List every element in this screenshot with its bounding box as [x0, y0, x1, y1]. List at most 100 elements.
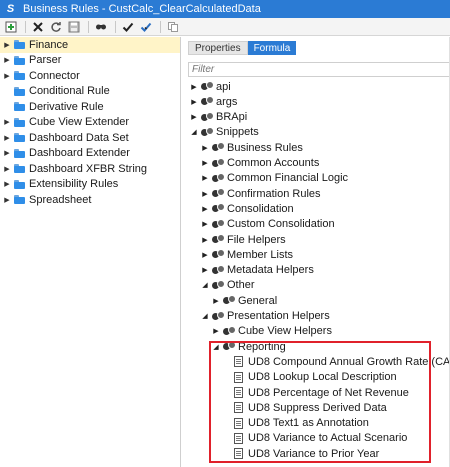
- namespace-icon: [211, 279, 225, 291]
- window-title: Business Rules - CustCalc_ClearCalculate…: [23, 3, 261, 15]
- formula-item-other[interactable]: ◢ Other: [200, 278, 254, 293]
- folder-icon: [14, 133, 25, 143]
- expand-arrow-icon[interactable]: ▶: [200, 219, 210, 229]
- formula-item-business-rules[interactable]: ▶ Business Rules: [200, 140, 303, 155]
- formula-item-label: Snippets: [216, 126, 259, 139]
- formula-item-common-accounts[interactable]: ▶ Common Accounts: [200, 156, 319, 171]
- namespace-icon: [222, 325, 236, 337]
- tree-item-cube-view-extender[interactable]: ▶ Cube View Extender: [0, 115, 180, 131]
- tree-item-label: Conditional Rule: [29, 85, 110, 98]
- tree-item-dashboard-data-set[interactable]: ▶ Dashboard Data Set: [0, 130, 180, 146]
- folder-icon: [14, 148, 25, 158]
- expand-arrow-icon[interactable]: ▶: [2, 148, 12, 158]
- collapse-arrow-icon[interactable]: ◢: [200, 280, 210, 290]
- toolbar-separator: [25, 20, 26, 33]
- expand-arrow-icon[interactable]: ▶: [189, 82, 199, 92]
- formula-item-cube-view-helpers[interactable]: ▶ Cube View Helpers: [211, 324, 332, 339]
- tree-item-connector[interactable]: ▶ Connector: [0, 68, 180, 84]
- toolbar-separator: [88, 20, 89, 33]
- formula-item-common-financial-logic[interactable]: ▶ Common Financial Logic: [200, 171, 348, 186]
- expand-arrow-icon[interactable]: ▶: [200, 250, 210, 260]
- expand-arrow-icon[interactable]: ▶: [200, 173, 210, 183]
- tree-item-extensibility-rules[interactable]: ▶ Extensibility Rules: [0, 177, 180, 193]
- formula-item-label: Custom Consolidation: [227, 218, 335, 231]
- copy-icon[interactable]: [165, 19, 181, 35]
- formula-item-member-lists[interactable]: ▶ Member Lists: [200, 247, 293, 262]
- expand-arrow-icon[interactable]: ▶: [200, 143, 210, 153]
- expand-arrow-icon[interactable]: ▶: [2, 133, 12, 143]
- expand-arrow-icon[interactable]: ▶: [2, 55, 12, 65]
- formula-item-brapi[interactable]: ▶ BRApi: [189, 110, 247, 125]
- toolbar: [0, 18, 450, 36]
- namespace-icon: [211, 188, 225, 199]
- search-icon[interactable]: [93, 19, 109, 35]
- tree-item-spreadsheet[interactable]: ▶ Spreadsheet: [0, 192, 180, 208]
- namespace-icon: [211, 249, 225, 260]
- delete-icon[interactable]: [30, 19, 46, 35]
- tree-item-finance[interactable]: ▶ Finance: [0, 37, 180, 53]
- tree-item-derivative-rule[interactable]: Derivative Rule: [0, 99, 180, 115]
- formula-item-label: Common Accounts: [227, 157, 320, 169]
- tree-item-label: Spreadsheet: [29, 193, 92, 206]
- namespace-icon: [211, 172, 225, 184]
- expand-arrow-icon[interactable]: ▶: [2, 117, 12, 127]
- expand-arrow-icon[interactable]: ▶: [211, 326, 221, 336]
- expand-arrow-icon[interactable]: ▶: [200, 265, 210, 275]
- tree-item-dashboard-xfbr-string[interactable]: ▶ Dashboard XFBR String: [0, 161, 180, 177]
- formula-item-confirmation-rules[interactable]: ▶ Confirmation Rules: [200, 186, 321, 201]
- formula-item-label: Presentation Helpers: [227, 310, 330, 322]
- expand-arrow-icon[interactable]: ▶: [2, 164, 12, 174]
- expand-arrow-icon[interactable]: ▶: [200, 158, 210, 168]
- formula-item-label: Confirmation Rules: [227, 187, 321, 200]
- formula-item-label: Business Rules: [227, 141, 303, 154]
- namespace-icon: [211, 264, 225, 276]
- check-icon[interactable]: [120, 19, 136, 35]
- expand-arrow-icon[interactable]: ▶: [2, 179, 12, 189]
- formula-item-label: Consolidation: [227, 202, 294, 215]
- collapse-arrow-icon[interactable]: ◢: [189, 127, 199, 137]
- tree-item-label: Extensibility Rules: [29, 178, 119, 191]
- formula-item-metadata-helpers[interactable]: ▶ Metadata Helpers: [200, 263, 314, 278]
- collapse-arrow-icon[interactable]: ◢: [200, 311, 210, 321]
- formula-item-custom-consolidation[interactable]: ▶ Custom Consolidation: [200, 217, 335, 232]
- formula-item-general[interactable]: ▶ General: [211, 293, 277, 308]
- formula-item-consolidation[interactable]: ▶ Consolidation: [200, 201, 294, 216]
- expand-arrow-icon[interactable]: ▶: [200, 235, 210, 245]
- formula-item-label: BRApi: [216, 111, 248, 124]
- expand-arrow-icon[interactable]: ▶: [2, 195, 12, 205]
- expand-arrow-icon[interactable]: ▶: [200, 189, 210, 199]
- formula-item-args[interactable]: ▶ args: [189, 94, 237, 109]
- folder-icon: [14, 117, 25, 127]
- app-logo-icon: S: [6, 3, 15, 15]
- formula-item-snippets[interactable]: ◢ Snippets: [189, 125, 259, 140]
- tab-properties[interactable]: Properties: [188, 41, 248, 55]
- save-icon[interactable]: [66, 19, 82, 35]
- tree-item-label: Parser: [29, 54, 62, 67]
- expand-arrow-icon[interactable]: ▶: [2, 40, 12, 50]
- tree-item-conditional-rule[interactable]: Conditional Rule: [0, 84, 180, 100]
- tree-item-parser[interactable]: ▶ Parser: [0, 53, 180, 69]
- formula-item-label: General: [238, 294, 278, 307]
- folder-icon: [14, 164, 25, 174]
- expand-arrow-icon[interactable]: ▶: [211, 296, 221, 306]
- namespace-icon: [211, 218, 225, 230]
- expand-arrow-icon[interactable]: ▶: [189, 97, 199, 107]
- tree-item-label: Dashboard Data Set: [29, 131, 129, 144]
- filter-input[interactable]: [188, 62, 450, 77]
- new-icon[interactable]: [3, 19, 19, 35]
- formula-item-file-helpers[interactable]: ▶ File Helpers: [200, 232, 286, 247]
- check-all-icon[interactable]: [138, 19, 154, 35]
- formula-item-label: Cube View Helpers: [238, 325, 332, 338]
- expand-arrow-icon[interactable]: ▶: [2, 71, 12, 81]
- tree-item-dashboard-extender[interactable]: ▶ Dashboard Extender: [0, 146, 180, 162]
- formula-item-label: File Helpers: [227, 233, 286, 246]
- expand-arrow-icon[interactable]: ▶: [189, 112, 199, 122]
- tab-formula[interactable]: Formula: [247, 41, 297, 55]
- folder-icon: [14, 102, 25, 112]
- refresh-icon[interactable]: [48, 19, 64, 35]
- formula-item-api[interactable]: ▶ api: [189, 79, 230, 94]
- expand-arrow-icon[interactable]: ▶: [200, 204, 210, 214]
- formula-item-presentation-helpers[interactable]: ◢ Presentation Helpers: [200, 309, 330, 324]
- tree-item-label: Connector: [29, 69, 80, 82]
